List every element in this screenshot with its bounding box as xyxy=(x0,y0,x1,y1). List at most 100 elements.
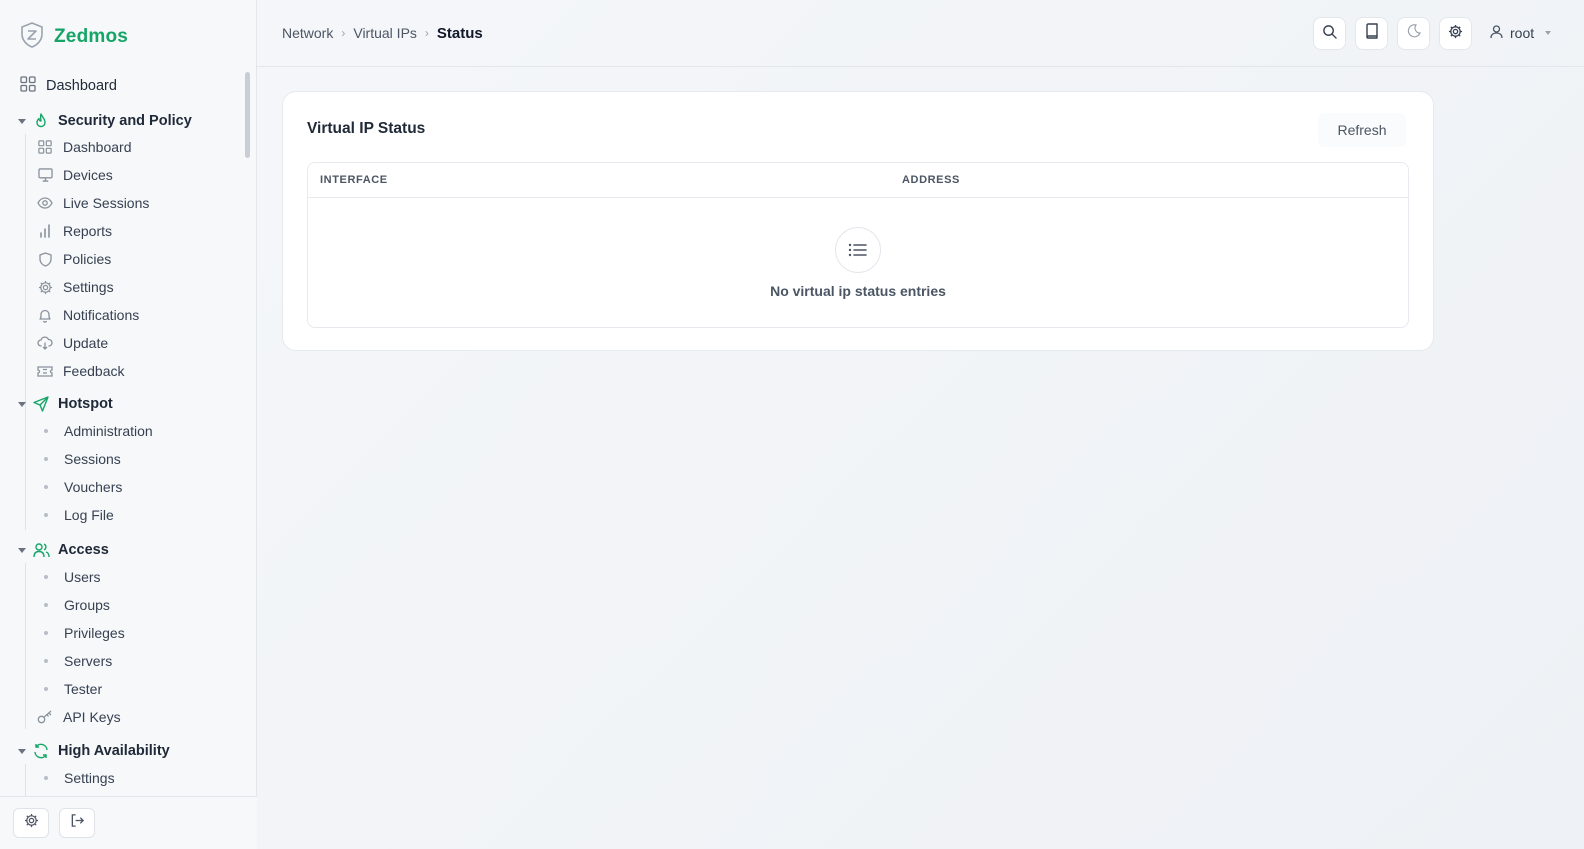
sidebar-item-vouchers[interactable]: Vouchers xyxy=(37,476,122,498)
sidebar-scrollbar[interactable] xyxy=(245,72,250,158)
sidebar-item-reports[interactable]: Reports xyxy=(37,220,112,242)
sidebar-item-feedback[interactable]: Feedback xyxy=(37,360,124,382)
sidebar-item-settings[interactable]: Settings xyxy=(37,276,114,298)
sidebar-item-label: Dashboard xyxy=(63,139,132,155)
logo-shield-icon xyxy=(20,21,44,53)
search-button[interactable] xyxy=(1313,17,1346,50)
search-icon xyxy=(1322,24,1337,44)
sidebar-group-access[interactable]: Access xyxy=(18,538,109,562)
brand[interactable]: Zedmos xyxy=(20,21,129,53)
brand-name: Zedmos xyxy=(54,26,129,47)
sidebar-item-ha-settings[interactable]: Settings xyxy=(37,767,115,789)
sidebar-group-title: Hotspot xyxy=(58,396,113,412)
sidebar-item-administration[interactable]: Administration xyxy=(37,420,153,442)
users-icon xyxy=(32,541,50,559)
sidebar-group-title: Security and Policy xyxy=(58,113,192,129)
sidebar-item-label: Update xyxy=(63,335,109,351)
breadcrumb: Network › Virtual IPs › Status xyxy=(282,22,483,44)
send-icon xyxy=(32,395,50,413)
sidebar-item-tester[interactable]: Tester xyxy=(37,678,102,700)
sidebar-group-hotspot[interactable]: Hotspot xyxy=(18,392,113,416)
sidebar-item-privileges[interactable]: Privileges xyxy=(37,622,125,644)
sidebar-item-groups[interactable]: Groups xyxy=(37,594,110,616)
key-icon xyxy=(37,709,53,725)
sidebar-nav: Dashboard Security and Policy Dashboard … xyxy=(0,68,257,796)
sidebar-item-label: Settings xyxy=(64,770,115,786)
breadcrumb-virtual-ips[interactable]: Virtual IPs xyxy=(353,25,417,41)
sidebar-item-live-sessions[interactable]: Live Sessions xyxy=(37,192,149,214)
gear-icon xyxy=(37,279,53,295)
eye-icon xyxy=(37,195,53,211)
bullet xyxy=(44,457,48,461)
sidebar-group-security-and-policy[interactable]: Security and Policy xyxy=(18,109,192,133)
logout-icon xyxy=(70,813,85,833)
refresh-button[interactable]: Refresh xyxy=(1318,113,1406,147)
sidebar-item-update[interactable]: Update xyxy=(37,332,108,354)
sidebar-group-title: Access xyxy=(58,542,109,558)
gear-icon xyxy=(24,813,39,833)
sidebar-item-dashboard[interactable]: Dashboard xyxy=(20,74,117,98)
shield-icon xyxy=(37,251,53,267)
sidebar-item-label: Administration xyxy=(64,423,153,439)
table-header: INTERFACE ADDRESS xyxy=(308,163,1408,198)
sidebar-item-label: Settings xyxy=(63,279,114,295)
chevron-down-icon xyxy=(18,118,26,124)
book-icon xyxy=(1365,23,1379,44)
theme-toggle-button[interactable] xyxy=(1397,17,1430,50)
cloud-download-icon xyxy=(37,335,53,351)
sidebar-item-label: Live Sessions xyxy=(63,195,150,211)
chevron-down-icon xyxy=(18,547,26,553)
user-menu[interactable]: root xyxy=(1490,22,1552,44)
bullet xyxy=(44,485,48,489)
monitor-icon xyxy=(37,167,53,183)
chevron-down-icon xyxy=(18,748,26,754)
sidebar-item-label: Privileges xyxy=(64,625,125,641)
column-header-address[interactable]: ADDRESS xyxy=(902,174,960,186)
group-divider xyxy=(25,417,26,530)
sidebar-item-label: Policies xyxy=(63,251,112,267)
docs-button[interactable] xyxy=(1355,17,1388,50)
user-icon xyxy=(1490,24,1503,42)
sidebar-item-sessions[interactable]: Sessions xyxy=(37,448,121,470)
sidebar-item-security-dashboard[interactable]: Dashboard xyxy=(37,136,132,158)
grid-icon xyxy=(37,139,53,155)
sidebar-item-users[interactable]: Users xyxy=(37,566,101,588)
sidebar-group-title: High Availability xyxy=(58,743,170,759)
grid-icon xyxy=(20,76,36,96)
chevron-right-icon: › xyxy=(341,26,346,40)
card-title: Virtual IP Status xyxy=(307,120,426,137)
bullet xyxy=(44,575,48,579)
settings-button-top[interactable] xyxy=(1439,17,1472,50)
bullet xyxy=(44,659,48,663)
moon-icon xyxy=(1407,24,1421,43)
bell-icon xyxy=(37,307,53,323)
breadcrumb-network[interactable]: Network xyxy=(282,25,333,41)
sidebar-item-log-file[interactable]: Log File xyxy=(37,504,114,526)
sidebar-item-api-keys[interactable]: API Keys xyxy=(37,706,121,728)
sidebar-item-label: Feedback xyxy=(63,363,125,379)
chevron-down-icon xyxy=(1545,31,1552,35)
logout-button[interactable] xyxy=(59,808,95,838)
chevron-down-icon xyxy=(18,401,26,407)
column-header-interface[interactable]: INTERFACE xyxy=(320,174,388,186)
sidebar-item-label: Vouchers xyxy=(64,479,123,495)
sidebar-item-label: Sessions xyxy=(64,451,121,467)
sidebar-item-label: Users xyxy=(64,569,101,585)
bullet xyxy=(44,631,48,635)
sidebar: Zedmos Dashboard Security and Policy Das… xyxy=(0,0,257,849)
settings-button[interactable] xyxy=(13,808,49,838)
sidebar-item-servers[interactable]: Servers xyxy=(37,650,112,672)
sidebar-group-high-availability[interactable]: High Availability xyxy=(18,739,170,763)
sidebar-item-label: Groups xyxy=(64,597,110,613)
sidebar-item-devices[interactable]: Devices xyxy=(37,164,113,186)
bullet xyxy=(44,513,48,517)
sidebar-item-notifications[interactable]: Notifications xyxy=(37,304,139,326)
flame-icon xyxy=(32,112,50,130)
sidebar-item-policies[interactable]: Policies xyxy=(37,248,111,270)
sidebar-item-label: Dashboard xyxy=(46,78,117,94)
sidebar-item-label: Reports xyxy=(63,223,113,239)
empty-state-message: No virtual ip status entries xyxy=(770,283,946,299)
sidebar-item-label: Log File xyxy=(64,507,114,523)
user-name: root xyxy=(1510,25,1535,41)
group-divider xyxy=(25,764,26,796)
